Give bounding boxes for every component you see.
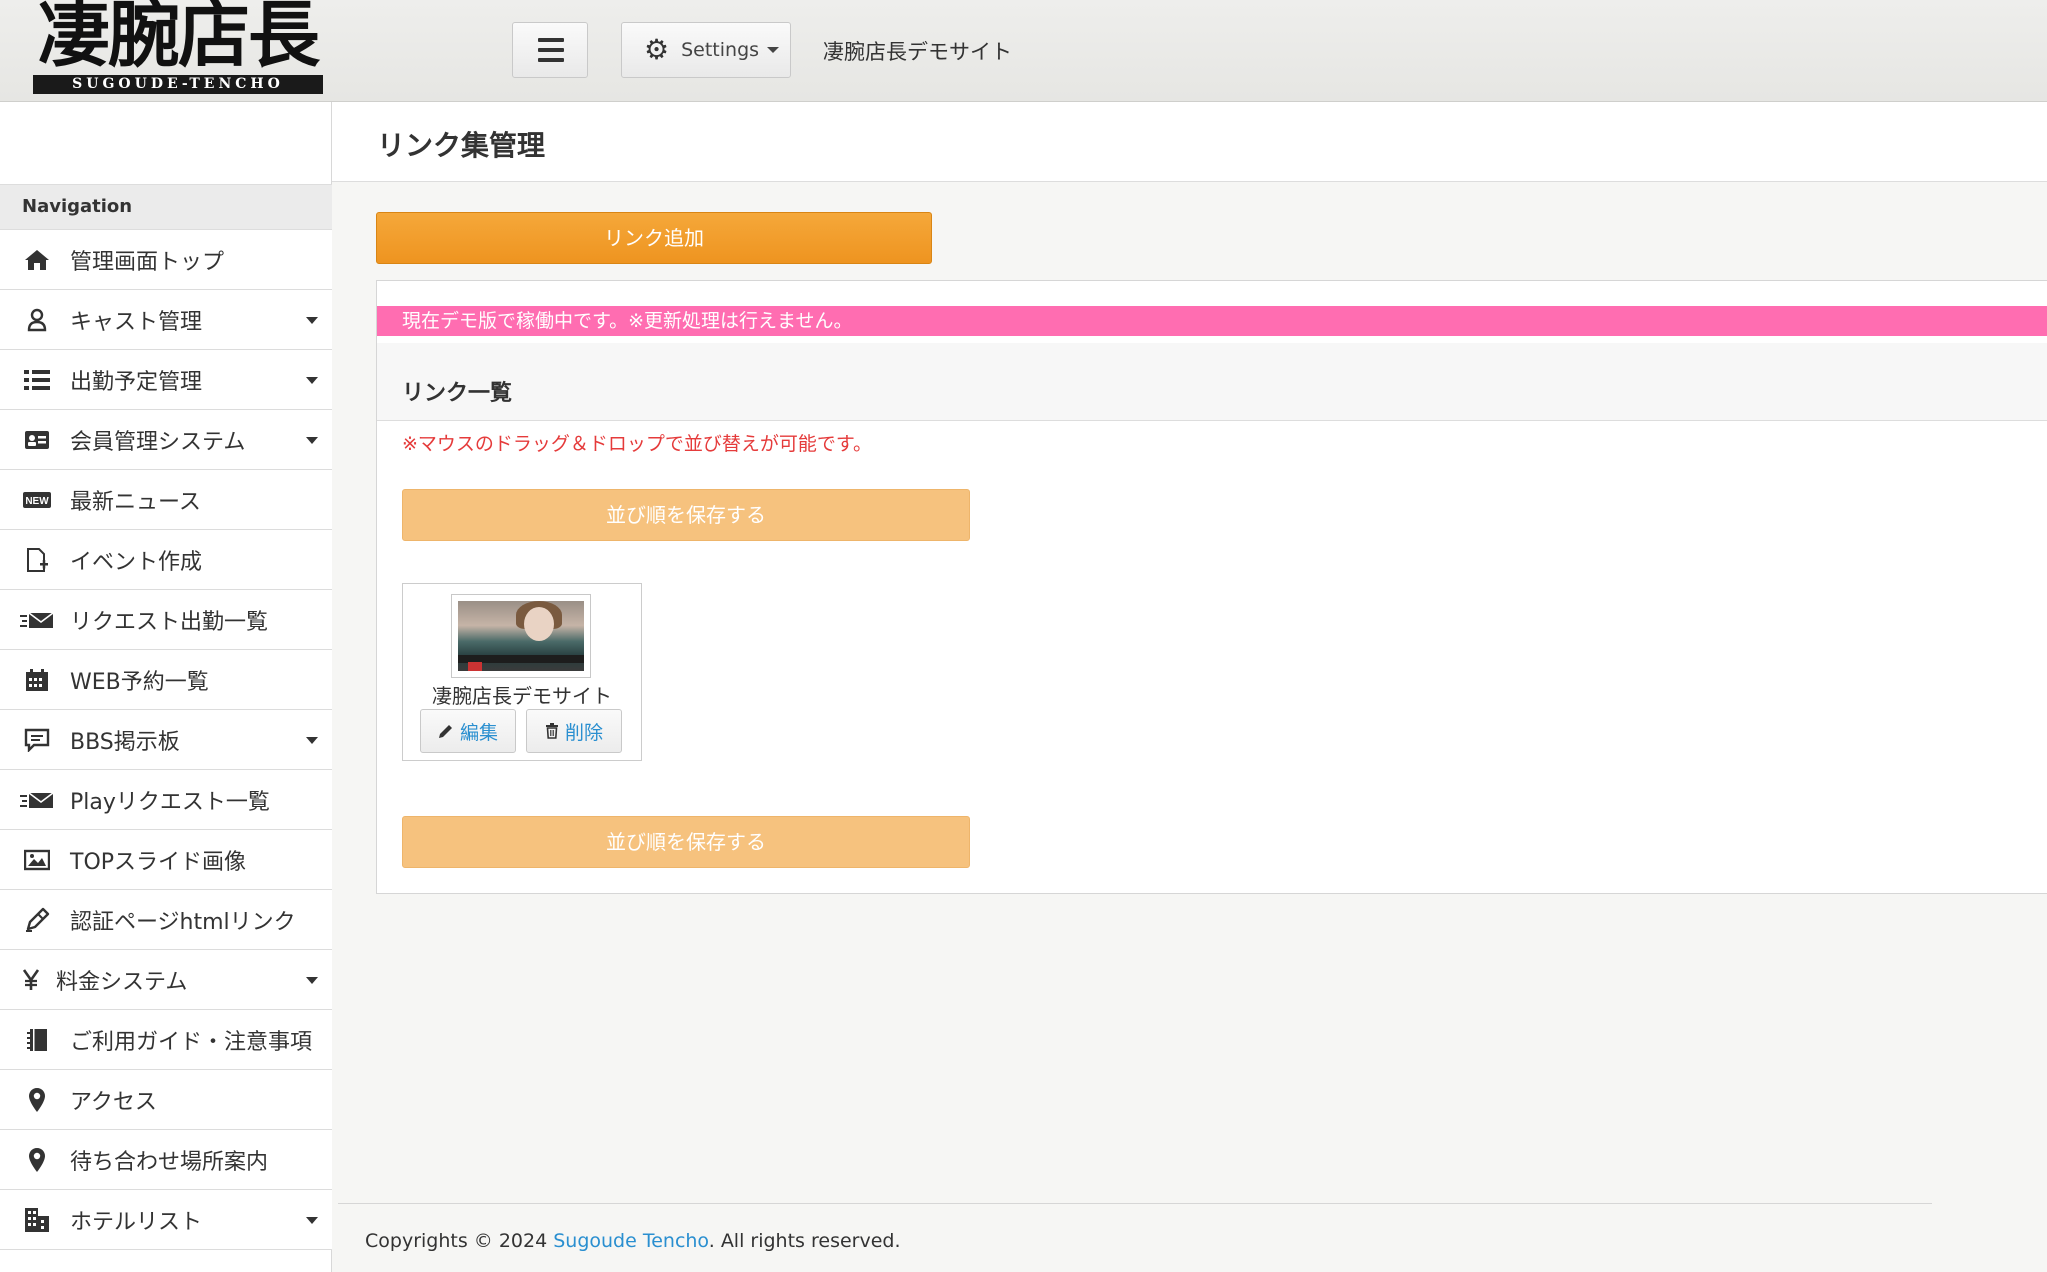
- pencil-icon: [438, 725, 452, 738]
- sidebar-item-guide[interactable]: ご利用ガイド・注意事項: [0, 1010, 332, 1070]
- image-icon: [20, 849, 54, 871]
- sidebar-item-cast[interactable]: キャスト管理: [0, 290, 332, 350]
- page-title-bar: リンク集管理: [332, 102, 2047, 182]
- gear-icon: ⚙: [644, 33, 670, 66]
- demo-mode-alert: 現在デモ版で稼働中です。※更新処理は行えません。: [377, 306, 2047, 336]
- nav-list: 管理画面トップ キャスト管理 出勤予定管理 会員管理システム NEW 最新ニュー…: [0, 230, 332, 1250]
- footer-copyright: Copyrights © 2024 Sugoude Tencho. All ri…: [365, 1230, 901, 1252]
- sidebar-item-schedule[interactable]: 出勤予定管理: [0, 350, 332, 410]
- link-list-panel: 現在デモ版で稼働中です。※更新処理は行えません。 リンク一覧 ※マウスのドラッグ…: [376, 280, 2047, 894]
- sidebar-item-label: Playリクエスト一覧: [70, 789, 270, 815]
- sidebar-item-label: ホテルリスト: [70, 1209, 203, 1235]
- sidebar-item-label: イベント作成: [70, 549, 203, 575]
- sidebar-item-bbs[interactable]: BBS掲示板: [0, 710, 332, 770]
- home-icon: [20, 248, 54, 272]
- sidebar-item-play-request[interactable]: Playリクエスト一覧: [0, 770, 332, 830]
- sidebar-item-label: 最新ニュース: [70, 489, 201, 515]
- sidebar-item-label: BBS掲示板: [70, 729, 180, 755]
- sidebar-item-label: アクセス: [70, 1089, 157, 1115]
- sidebar-item-event[interactable]: イベント作成: [0, 530, 332, 590]
- edit-button[interactable]: 編集: [420, 709, 516, 753]
- sidebar-item-label: キャスト管理: [70, 309, 203, 335]
- new-badge-icon: NEW: [20, 491, 54, 508]
- sidebar-item-access[interactable]: アクセス: [0, 1070, 332, 1130]
- caret-down-icon: [306, 737, 318, 744]
- list-header: リンク一覧: [377, 343, 2047, 421]
- pencil-icon: [20, 907, 54, 933]
- sidebar-item-web-reservations[interactable]: WEB予約一覧: [0, 650, 332, 710]
- calendar-icon: [20, 668, 54, 692]
- caret-down-icon: [767, 47, 780, 53]
- copyright-suffix: . All rights reserved.: [708, 1230, 901, 1252]
- menu-toggle-button[interactable]: [512, 22, 588, 78]
- map-pin-icon: [20, 1087, 54, 1113]
- site-logo[interactable]: 凄腕店長 SUGOUDE-TENCHO: [33, 0, 323, 97]
- sidebar-item-label: 認証ページhtmlリンク: [70, 909, 296, 935]
- caret-down-icon: [306, 377, 318, 384]
- site-name: 凄腕店長デモサイト: [823, 40, 1012, 64]
- sidebar-item-hotel-list[interactable]: ホテルリスト: [0, 1190, 332, 1250]
- sidebar-item-top-slides[interactable]: TOPスライド画像: [0, 830, 332, 890]
- sidebar-item-label: 待ち合わせ場所案内: [70, 1149, 269, 1175]
- caret-down-icon: [306, 977, 318, 984]
- sidebar-item-label: 管理画面トップ: [70, 249, 225, 275]
- sidebar-item-label: 出勤予定管理: [70, 369, 203, 395]
- svg-text:NEW: NEW: [25, 496, 49, 507]
- fast-mail-icon: [20, 791, 54, 809]
- sidebar: Navigation 管理画面トップ キャスト管理 出勤予定管理 会員管理システ…: [0, 102, 332, 1272]
- drag-drop-note: ※マウスのドラッグ＆ドロップで並び替えが可能です。: [402, 433, 873, 455]
- footer-brand-link[interactable]: Sugoude Tencho: [553, 1230, 709, 1252]
- id-card-icon: [20, 430, 54, 450]
- sidebar-item-pricing[interactable]: 料金システム: [0, 950, 332, 1010]
- yen-icon: [20, 968, 42, 991]
- sidebar-item-members[interactable]: 会員管理システム: [0, 410, 332, 470]
- top-header: 凄腕店長 SUGOUDE-TENCHO ⚙ Settings 凄腕店長デモサイト: [0, 0, 2047, 102]
- link-name: 凄腕店長デモサイト: [432, 684, 612, 708]
- sidebar-item-label: 会員管理システム: [70, 429, 246, 455]
- page-title: リンク集管理: [377, 129, 546, 162]
- caret-down-icon: [306, 317, 318, 324]
- logo-kanji: 凄腕店長: [37, 0, 320, 77]
- list-icon: [20, 369, 54, 391]
- trash-icon: [545, 723, 558, 739]
- sidebar-item-news[interactable]: NEW 最新ニュース: [0, 470, 332, 530]
- save-order-button-top[interactable]: 並び順を保存する: [402, 489, 970, 541]
- link-card[interactable]: 凄腕店長デモサイト 編集 削除: [402, 583, 642, 761]
- settings-dropdown-button[interactable]: ⚙ Settings: [621, 22, 791, 78]
- sidebar-item-request-shift[interactable]: リクエスト出勤一覧: [0, 590, 332, 650]
- footer-divider: [338, 1203, 1932, 1204]
- sidebar-item-label: リクエスト出勤一覧: [70, 609, 269, 635]
- file-add-icon: [20, 547, 54, 573]
- delete-label: 削除: [564, 721, 603, 744]
- comment-icon: [20, 728, 54, 752]
- logo-romaji: SUGOUDE-TENCHO: [33, 75, 323, 94]
- user-icon: [20, 308, 54, 332]
- sidebar-item-auth-html-link[interactable]: 認証ページhtmlリンク: [0, 890, 332, 950]
- save-order-button-bottom[interactable]: 並び順を保存する: [402, 816, 970, 868]
- list-title: リンク一覧: [402, 381, 513, 406]
- sidebar-item-label: 料金システム: [56, 969, 188, 995]
- building-icon: [20, 1207, 54, 1233]
- sidebar-item-label: TOPスライド画像: [70, 849, 247, 875]
- map-pin-icon: [20, 1147, 54, 1173]
- nav-title: Navigation: [0, 184, 332, 230]
- link-thumbnail: [451, 594, 591, 678]
- delete-button[interactable]: 削除: [526, 709, 622, 753]
- sidebar-item-meeting-place[interactable]: 待ち合わせ場所案内: [0, 1130, 332, 1190]
- notebook-icon: [20, 1028, 54, 1052]
- settings-label: Settings: [681, 39, 760, 61]
- caret-down-icon: [306, 437, 318, 444]
- add-link-button[interactable]: リンク追加: [376, 212, 932, 264]
- sidebar-item-label: WEB予約一覧: [70, 669, 209, 695]
- edit-label: 編集: [459, 721, 498, 744]
- caret-down-icon: [306, 1217, 318, 1224]
- hamburger-icon: [538, 38, 564, 42]
- fast-mail-icon: [20, 611, 54, 629]
- copyright-prefix: Copyrights © 2024: [365, 1230, 554, 1252]
- sidebar-item-label: ご利用ガイド・注意事項: [70, 1029, 313, 1055]
- sidebar-item-dashboard[interactable]: 管理画面トップ: [0, 230, 332, 290]
